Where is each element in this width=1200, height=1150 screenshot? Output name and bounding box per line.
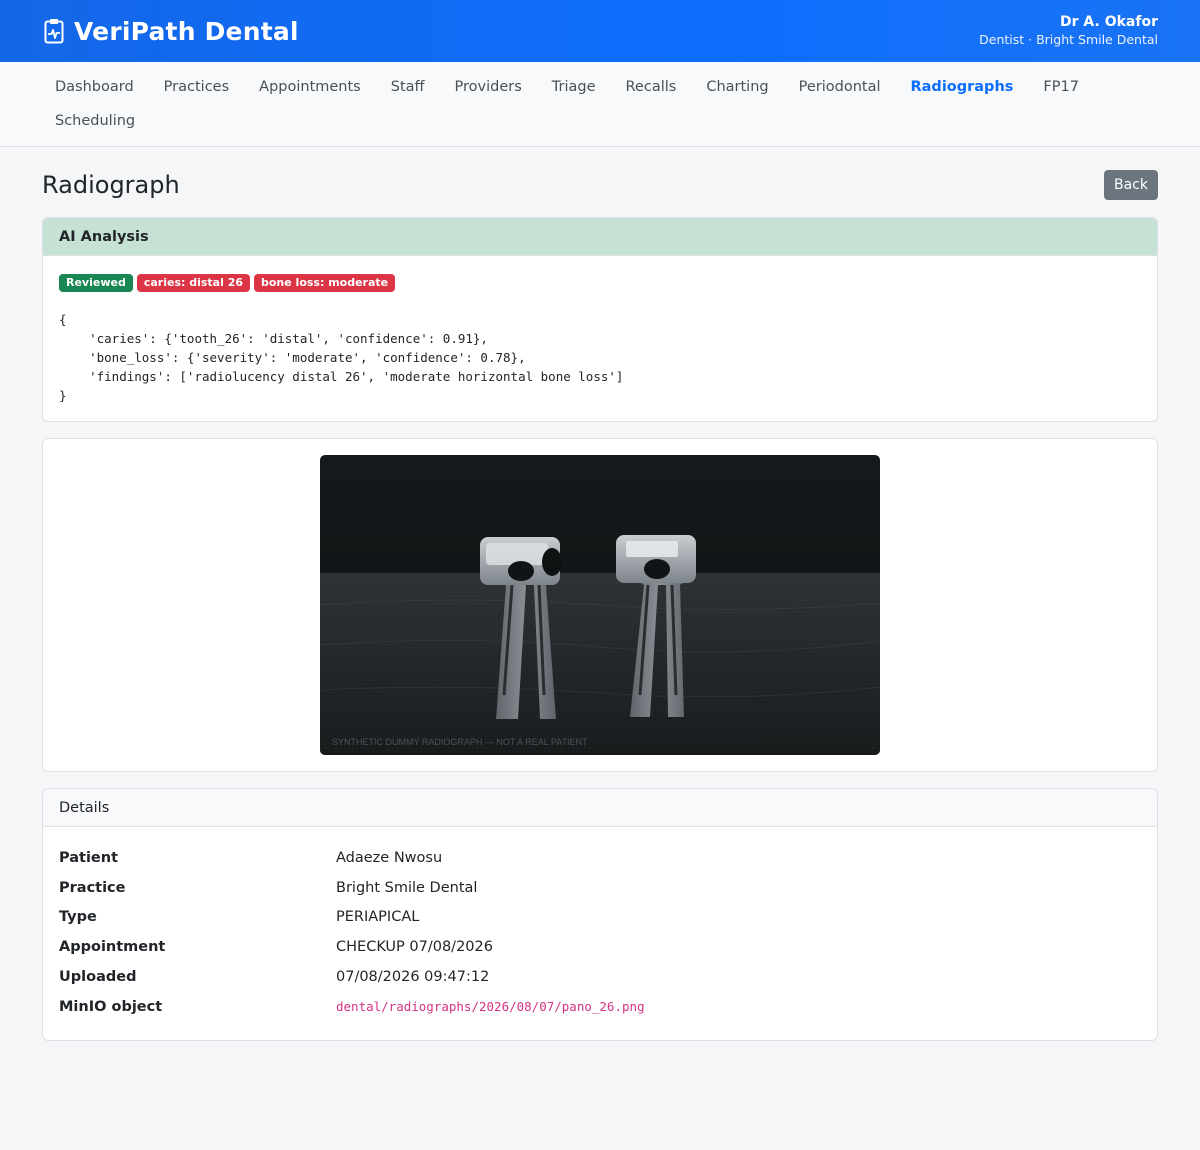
details-card: Details Patient Adaeze Nwosu Practice Br… <box>42 788 1158 1041</box>
nav-item-practices[interactable]: Practices <box>149 70 244 104</box>
ai-analysis-body: Reviewed caries: distal 26 bone loss: mo… <box>43 256 1157 421</box>
detail-value-type: PERIAPICAL <box>336 909 420 926</box>
main-content: Radiograph Back AI Analysis Reviewed car… <box>0 170 1200 1041</box>
nav-item-staff[interactable]: Staff <box>376 70 440 104</box>
finding-badges: Reviewed caries: distal 26 bone loss: mo… <box>59 274 1141 292</box>
nav-item-radiographs[interactable]: Radiographs <box>895 70 1028 104</box>
radiograph-image[interactable]: SYNTHETIC DUMMY RADIOGRAPH — NOT A REAL … <box>320 455 880 755</box>
radiograph-watermark: SYNTHETIC DUMMY RADIOGRAPH — NOT A REAL … <box>332 737 588 747</box>
nav-item-recalls[interactable]: Recalls <box>611 70 692 104</box>
radiograph-image-card: SYNTHETIC DUMMY RADIOGRAPH — NOT A REAL … <box>42 438 1158 772</box>
page-title: Radiograph <box>42 171 180 199</box>
details-header: Details <box>43 789 1157 827</box>
details-body: Patient Adaeze Nwosu Practice Bright Smi… <box>43 827 1157 1040</box>
ai-analysis-header: AI Analysis <box>43 218 1157 256</box>
ai-analysis-card: AI Analysis Reviewed caries: distal 26 b… <box>42 217 1158 422</box>
nav-item-triage[interactable]: Triage <box>537 70 611 104</box>
detail-value-minio-object: dental/radiographs/2026/08/07/pano_26.pn… <box>336 999 645 1015</box>
clipboard-pulse-icon <box>44 19 64 44</box>
main-nav: Dashboard Practices Appointments Staff P… <box>0 62 1200 147</box>
user-role: Dentist · Bright Smile Dental <box>979 31 1158 47</box>
detail-row-practice: Practice Bright Smile Dental <box>59 873 1141 903</box>
nav-item-fp17[interactable]: FP17 <box>1028 70 1094 104</box>
ai-analysis-json: { 'caries': {'tooth_26': 'distal', 'conf… <box>59 312 624 403</box>
detail-label: Patient <box>59 849 119 866</box>
back-button[interactable]: Back <box>1104 170 1158 200</box>
user-name: Dr A. Okafor <box>1060 14 1158 31</box>
brand[interactable]: VeriPath Dental <box>44 17 299 46</box>
detail-value-appointment: CHECKUP 07/08/2026 <box>336 939 493 956</box>
detail-row-uploaded: Uploaded 07/08/2026 09:47:12 <box>59 962 1141 992</box>
finding-badge-caries: caries: distal 26 <box>136 274 250 292</box>
radiograph-image-wrap: SYNTHETIC DUMMY RADIOGRAPH — NOT A REAL … <box>43 439 1157 771</box>
detail-value-patient: Adaeze Nwosu <box>336 849 443 866</box>
detail-row-patient: Patient Adaeze Nwosu <box>59 843 1141 873</box>
detail-row-minio-object: MinIO object dental/radiographs/2026/08/… <box>59 992 1141 1022</box>
status-badge: Reviewed <box>59 274 133 292</box>
detail-label: Practice <box>59 879 126 896</box>
nav-item-appointments[interactable]: Appointments <box>244 70 376 104</box>
nav-list: Dashboard Practices Appointments Staff P… <box>40 70 1160 138</box>
app-name: VeriPath Dental <box>74 16 299 46</box>
detail-label: Appointment <box>59 939 166 956</box>
detail-row-type: Type PERIAPICAL <box>59 903 1141 933</box>
nav-item-charting[interactable]: Charting <box>691 70 783 104</box>
nav-item-dashboard[interactable]: Dashboard <box>40 70 149 104</box>
finding-badge-bone-loss: bone loss: moderate <box>254 274 396 292</box>
detail-label: MinIO object <box>59 998 163 1015</box>
page-header: Radiograph Back <box>42 170 1158 200</box>
detail-row-appointment: Appointment CHECKUP 07/08/2026 <box>59 932 1141 962</box>
nav-item-scheduling[interactable]: Scheduling <box>40 104 150 138</box>
nav-item-providers[interactable]: Providers <box>440 70 537 104</box>
detail-label: Uploaded <box>59 969 137 986</box>
detail-label: Type <box>59 909 97 926</box>
detail-value-practice: Bright Smile Dental <box>336 879 478 896</box>
top-bar: VeriPath Dental Dr A. Okafor Dentist · B… <box>0 0 1200 62</box>
nav-item-periodontal[interactable]: Periodontal <box>784 70 896 104</box>
user-info: Dr A. Okafor Dentist · Bright Smile Dent… <box>979 14 1158 47</box>
detail-value-uploaded: 07/08/2026 09:47:12 <box>336 969 490 986</box>
